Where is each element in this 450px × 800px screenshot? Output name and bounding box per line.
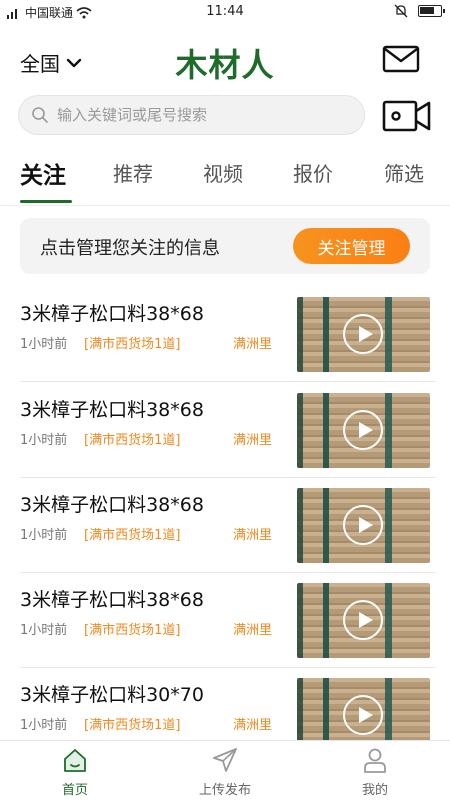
item-title: 3米樟子松口料38*68 <box>20 399 204 421</box>
mail-icon[interactable] <box>382 45 420 73</box>
tab-recommended[interactable]: 推荐 <box>113 158 153 187</box>
video-thumbnail[interactable] <box>297 583 430 658</box>
mute-bell-icon <box>394 4 408 18</box>
item-title: 3米樟子松口料38*68 <box>20 494 204 516</box>
item-time: 1小时前 <box>20 433 68 448</box>
item-market: [满市西货场1道] <box>84 718 181 733</box>
search-bar[interactable] <box>18 95 365 135</box>
nav-home[interactable]: 首页 <box>35 747 115 798</box>
home-icon <box>64 749 86 772</box>
banner-text: 点击管理您关注的信息 <box>40 238 220 259</box>
tab-quotes[interactable]: 报价 <box>293 158 333 187</box>
list-item[interactable]: 3米樟子松口料38*68 1小时前 [满市西货场1道] 满洲里 <box>0 478 450 573</box>
tab-following[interactable]: 关注 <box>20 156 66 190</box>
item-time: 1小时前 <box>20 623 68 638</box>
list-item[interactable]: 3米樟子松口料38*68 1小时前 [满市西货场1道] 满洲里 <box>0 383 450 478</box>
nav-publish-label: 上传发布 <box>198 783 251 798</box>
app-header: 全国 木材人 <box>0 38 450 86</box>
play-icon[interactable] <box>343 314 383 354</box>
divider <box>20 381 436 382</box>
send-icon <box>213 748 237 772</box>
status-right <box>394 4 445 18</box>
list-item[interactable]: 3米樟子松口料38*68 1小时前 [满市西货场1道] 满洲里 <box>0 287 450 382</box>
active-tab-indicator <box>20 200 72 203</box>
play-icon[interactable] <box>343 410 383 450</box>
item-title: 3米樟子松口料38*68 <box>20 589 204 611</box>
bottom-nav: 首页 上传发布 我的 <box>0 740 450 800</box>
item-district: 满洲里 <box>233 528 273 543</box>
status-time: 11:44 <box>206 4 244 19</box>
item-title: 3米樟子松口料38*68 <box>20 303 204 325</box>
follow-manage-banner: 点击管理您关注的信息 关注管理 <box>20 218 430 274</box>
item-time: 1小时前 <box>20 528 68 543</box>
tab-bar: 关注 推荐 视频 报价 筛选 <box>0 150 450 206</box>
tab-filter[interactable]: 筛选 <box>384 158 424 187</box>
battery-icon <box>418 5 445 17</box>
play-icon[interactable] <box>343 505 383 545</box>
item-district: 满洲里 <box>233 337 273 352</box>
follow-manage-button[interactable]: 关注管理 <box>293 228 410 264</box>
item-market: [满市西货场1道] <box>84 623 181 638</box>
tab-videos[interactable]: 视频 <box>203 158 243 187</box>
status-bar: 中国联通 11:44 <box>0 0 450 24</box>
play-icon[interactable] <box>343 600 383 640</box>
item-title: 3米樟子松口料30*70 <box>20 684 204 706</box>
video-thumbnail[interactable] <box>297 297 430 372</box>
item-time: 1小时前 <box>20 718 68 733</box>
item-market: [满市西货场1道] <box>84 337 181 352</box>
user-icon <box>364 748 386 773</box>
item-district: 满洲里 <box>233 623 273 638</box>
video-thumbnail[interactable] <box>297 488 430 563</box>
item-district: 满洲里 <box>233 718 273 733</box>
nav-home-label: 首页 <box>61 783 88 798</box>
nav-profile[interactable]: 我的 <box>335 747 415 798</box>
list-item[interactable]: 3米樟子松口料38*68 1小时前 [满市西货场1道] 满洲里 <box>0 573 450 668</box>
nav-publish[interactable]: 上传发布 <box>185 747 265 798</box>
nav-profile-label: 我的 <box>361 783 388 798</box>
play-icon[interactable] <box>343 695 383 735</box>
item-market: [满市西货场1道] <box>84 528 181 543</box>
item-district: 满洲里 <box>233 433 273 448</box>
item-time: 1小时前 <box>20 337 68 352</box>
search-icon <box>32 107 48 123</box>
video-camera-icon[interactable] <box>382 98 432 134</box>
tabs-divider <box>0 205 450 206</box>
search-input[interactable] <box>57 106 347 124</box>
item-market: [满市西货场1道] <box>84 433 181 448</box>
video-thumbnail[interactable] <box>297 393 430 468</box>
